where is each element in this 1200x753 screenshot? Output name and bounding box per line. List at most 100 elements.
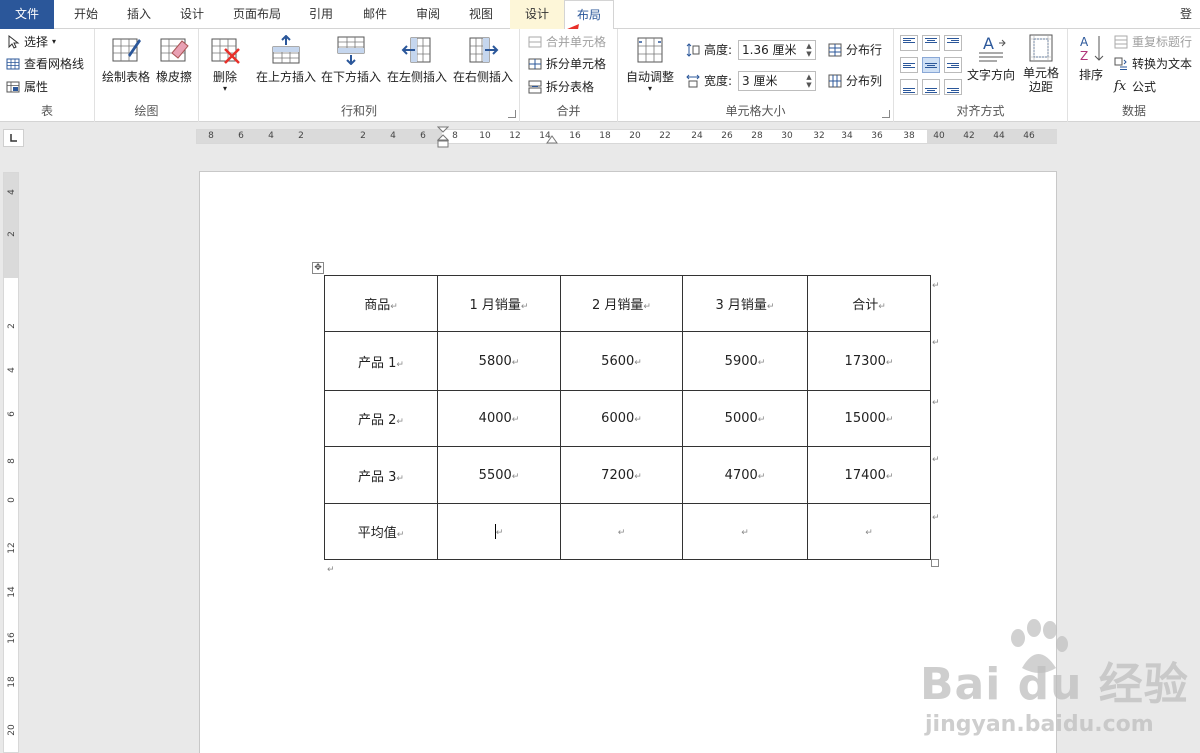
tab-design[interactable]: 设计 — [164, 0, 220, 29]
ruler-number: 10 — [479, 131, 491, 141]
table-cell[interactable]: 产品 3↵ — [324, 446, 438, 504]
cell-margins-button[interactable]: 单元格 边距 — [1018, 33, 1064, 94]
table-cell[interactable]: 2 月销量↵ — [560, 275, 683, 332]
dialog-launcher-icon[interactable] — [882, 110, 890, 118]
properties-button[interactable]: 属性 — [6, 77, 48, 97]
table-cell[interactable]: 17400↵ — [807, 446, 931, 504]
tab-home[interactable]: 开始 — [58, 0, 114, 29]
view-gridlines-button[interactable]: 查看网格线 — [6, 54, 84, 74]
paragraph-mark-icon: ↵ — [327, 565, 335, 575]
table-move-handle-icon[interactable]: ✥ — [312, 262, 324, 274]
table-cell[interactable]: 5000↵ — [682, 390, 808, 447]
distribute-rows-button[interactable]: 分布行 — [828, 40, 882, 60]
tab-selector-button[interactable] — [3, 129, 24, 147]
dialog-launcher-icon[interactable] — [508, 110, 516, 118]
table-cell[interactable]: ↵ — [682, 503, 808, 560]
table-cell[interactable]: 5900↵ — [682, 331, 808, 391]
table-header-row: 商品↵ 1 月销量↵ 2 月销量↵ 3 月销量↵ 合计↵ — [324, 275, 931, 332]
select-button[interactable]: 选择 ▾ — [6, 32, 56, 52]
login-link[interactable]: 登 — [1172, 0, 1200, 29]
align-cell-2-2-icon[interactable] — [944, 79, 962, 95]
sales-table[interactable]: 商品↵ 1 月销量↵ 2 月销量↵ 3 月销量↵ 合计↵ 产品 1↵ 5800↵ 5600↵ 5… — [324, 275, 931, 560]
ruler-number: 4 — [7, 189, 17, 195]
table-cell[interactable]: 平均值↵ — [324, 503, 438, 560]
table-cell[interactable]: ↵ — [807, 503, 931, 560]
insert-below-icon — [337, 36, 365, 65]
distribute-columns-button[interactable]: 分布列 — [828, 71, 882, 91]
align-cell-0-0-icon[interactable] — [900, 35, 918, 51]
table-cell[interactable]: 1 月销量↵ — [437, 275, 561, 332]
ruler-number: 8 — [7, 458, 17, 464]
cell-text: 商品 — [364, 298, 391, 313]
table-cell[interactable]: 17300↵ — [807, 331, 931, 391]
ruler-number: 40 — [933, 131, 945, 141]
repeat-header-button[interactable]: 重复标题行 — [1114, 32, 1192, 52]
ruler-number: 14 — [539, 131, 551, 141]
formula-button[interactable]: fx 公式 — [1114, 77, 1156, 97]
tab-mailings[interactable]: 邮件 — [348, 0, 402, 29]
ruler-number: 36 — [871, 131, 883, 141]
align-cell-0-2-icon[interactable] — [944, 35, 962, 51]
select-label: 选择 — [24, 35, 49, 49]
table-cell[interactable]: 6000↵ — [560, 390, 683, 447]
insert-right-button[interactable]: 在右侧插入 — [451, 35, 515, 85]
row-height-input[interactable]: 1.36 厘米 ▲ ▼ — [738, 40, 816, 60]
vertical-ruler[interactable]: 4 2 2 4 6 8 0 12 14 16 18 20 — [3, 172, 19, 753]
draw-table-button[interactable]: 绘制表格 — [101, 35, 151, 85]
table-cell[interactable]: 合计↵ — [807, 275, 931, 332]
table-cell[interactable]: 7200↵ — [560, 446, 683, 504]
table-cell[interactable]: 3 月销量↵ — [682, 275, 808, 332]
table-resize-handle[interactable] — [931, 559, 939, 567]
table-cell[interactable]: ↵ — [437, 503, 561, 560]
tab-review[interactable]: 审阅 — [402, 0, 454, 29]
align-cell-0-1-icon[interactable] — [922, 35, 940, 51]
split-table-button[interactable]: 拆分表格 — [528, 77, 594, 97]
convert-to-text-button[interactable]: 转换为文本 — [1114, 54, 1192, 74]
table-cell[interactable]: 产品 2↵ — [324, 390, 438, 447]
alignment-group: A 文字方向 单元格 边距 对齐方式 — [894, 29, 1068, 122]
row-end-mark-icon: ↵ — [932, 338, 940, 348]
table-cell[interactable]: 商品↵ — [324, 275, 438, 332]
split-table-label: 拆分表格 — [546, 80, 595, 94]
indent-marker-icon[interactable] — [437, 126, 449, 152]
left-tab-icon — [10, 134, 17, 142]
table-cell[interactable]: 15000↵ — [807, 390, 931, 447]
spin-updown-icon[interactable]: ▲ ▼ — [805, 73, 813, 89]
cell-text: 5800 — [478, 353, 512, 369]
table-cell[interactable]: 5500↵ — [437, 446, 561, 504]
merge-cells-button[interactable]: 合并单元格 — [528, 32, 606, 52]
table-cell[interactable]: 5600↵ — [560, 331, 683, 391]
row-height-value: 1.36 厘米 — [742, 43, 797, 57]
insert-above-button[interactable]: 在上方插入 — [255, 35, 317, 85]
spin-updown-icon[interactable]: ▲ ▼ — [805, 42, 813, 58]
align-cell-1-1-icon[interactable] — [922, 57, 940, 73]
table-cell[interactable]: 4000↵ — [437, 390, 561, 447]
autofit-button[interactable]: 自动调整 ▾ — [622, 35, 678, 93]
sort-button[interactable]: AZ 排序 — [1074, 33, 1108, 83]
align-cell-2-0-icon[interactable] — [900, 79, 918, 95]
table-cell[interactable]: 4700↵ — [682, 446, 808, 504]
horizontal-ruler[interactable]: 8 6 4 2 2 4 6 8 10 12 14 16 18 20 22 24 26 28 30 32 34 36 38 40… — [196, 126, 1057, 148]
align-cell-1-2-icon[interactable] — [944, 57, 962, 73]
split-cells-button[interactable]: 拆分单元格 — [528, 54, 606, 74]
delete-button[interactable]: 删除 ▾ — [205, 35, 245, 93]
tab-insert[interactable]: 插入 — [114, 0, 164, 29]
tab-page-layout[interactable]: 页面布局 — [220, 0, 294, 29]
table-cell[interactable]: ↵ — [560, 503, 683, 560]
text-direction-button[interactable]: A 文字方向 — [966, 33, 1016, 83]
sort-label: 排序 — [1078, 68, 1103, 82]
cell-end-mark-icon: ↵ — [741, 528, 749, 538]
dropdown-arrow-icon: ▾ — [647, 84, 652, 93]
insert-below-button[interactable]: 在下方插入 — [319, 35, 383, 85]
table-cell[interactable]: 产品 1↵ — [324, 331, 438, 391]
column-width-input[interactable]: 3 厘米 ▲ ▼ — [738, 71, 816, 91]
align-cell-1-0-icon[interactable] — [900, 57, 918, 73]
align-cell-2-1-icon[interactable] — [922, 79, 940, 95]
tab-file[interactable]: 文件 — [0, 0, 54, 29]
tab-view[interactable]: 视图 — [454, 0, 508, 29]
tab-references[interactable]: 引用 — [294, 0, 348, 29]
eraser-button[interactable]: 橡皮擦 — [153, 35, 195, 85]
cell-text: 4700 — [724, 467, 758, 483]
table-cell[interactable]: 5800↵ — [437, 331, 561, 391]
insert-left-button[interactable]: 在左侧插入 — [385, 35, 449, 85]
